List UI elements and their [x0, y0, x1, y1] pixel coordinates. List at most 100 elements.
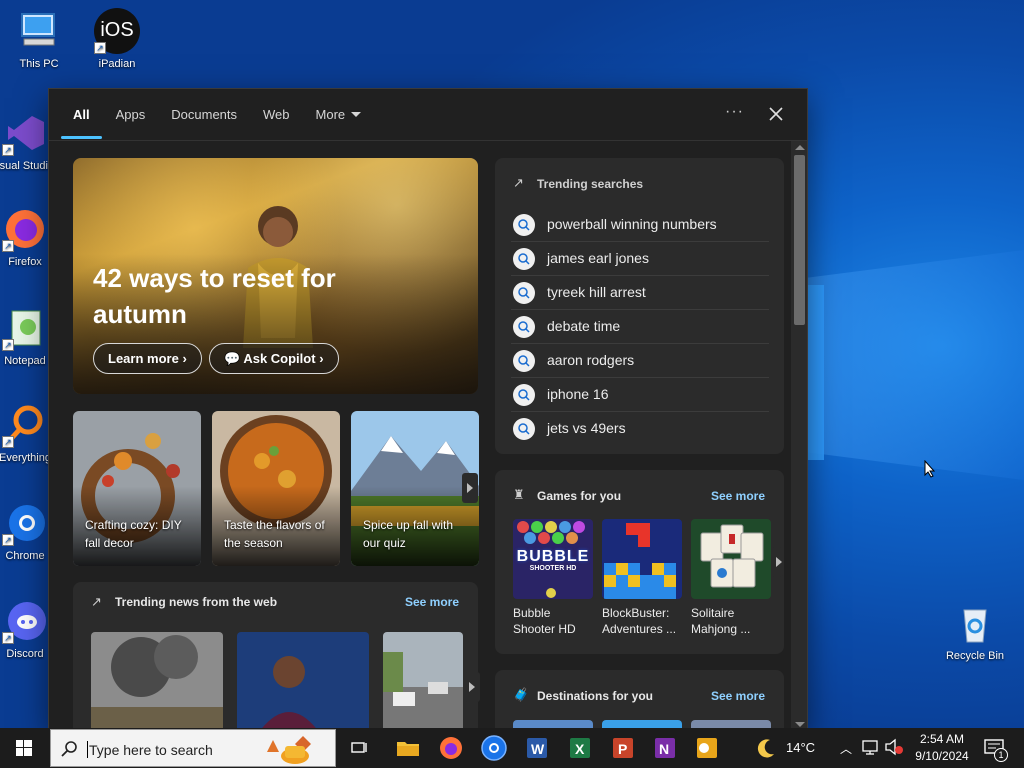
trending-arrow-icon: ↗ — [513, 175, 524, 190]
trending-searches-section: ↗ Trending searches powerball winning nu… — [495, 158, 784, 454]
svg-text:W: W — [531, 741, 545, 757]
excel-icon[interactable]: X — [566, 734, 594, 762]
tab-apps[interactable]: Apps — [116, 89, 146, 141]
trending-news-see-more-link[interactable]: See more — [405, 595, 459, 609]
hero-card[interactable]: 42 ways to reset for autumn Learn more ›… — [73, 158, 478, 394]
trending-search-item[interactable]: aaron rodgers — [511, 344, 769, 378]
wallpaper-light-beam — [808, 250, 1024, 480]
tab-web[interactable]: Web — [263, 89, 290, 141]
game-title: Bubble Shooter HD — [513, 606, 576, 636]
taskbar-search-box[interactable]: Type here to search — [50, 729, 336, 767]
bubble-logo: BUBBLE — [516, 548, 590, 565]
firefox-taskbar-icon[interactable] — [437, 734, 465, 762]
game-tile-solitaire-mahjong[interactable] — [691, 519, 771, 599]
destinations-heading: Destinations for you — [537, 689, 654, 703]
search-panel: All Apps Documents Web More ··· 42 ways … — [48, 88, 808, 730]
scroll-up-arrow-icon[interactable] — [795, 145, 805, 150]
start-button[interactable] — [0, 728, 48, 768]
learn-more-button[interactable]: Learn more › — [93, 343, 202, 374]
scroll-down-arrow-icon[interactable] — [795, 722, 805, 727]
tab-all[interactable]: All — [61, 89, 101, 141]
search-icon — [61, 741, 77, 757]
mahjong-tiles-image — [700, 524, 764, 588]
trending-arrow-icon: ↗ — [91, 594, 102, 609]
news-image-traffic — [383, 632, 463, 729]
trending-search-item[interactable]: debate time — [511, 310, 769, 344]
blockbuster-image — [604, 523, 676, 599]
weather-temperature[interactable]: 14°C — [786, 740, 815, 755]
close-button[interactable] — [765, 103, 787, 125]
trending-search-item[interactable]: jets vs 49ers — [511, 412, 769, 446]
trending-news-heading: Trending news from the web — [115, 595, 278, 609]
trending-search-item[interactable]: iphone 16 — [511, 378, 769, 412]
notification-center-icon[interactable]: 1 — [980, 734, 1008, 762]
taskbar: Type here to search W X P N 14°C ︿ 2:54 … — [0, 728, 1024, 768]
cards-next-button[interactable] — [462, 473, 478, 503]
shortcut-arrow-icon: ↗ — [2, 436, 14, 448]
scrollbar-thumb[interactable] — [794, 155, 805, 325]
desktop-icon-label: Recycle Bin — [945, 650, 1005, 662]
news-image-person — [237, 632, 369, 729]
close-icon — [769, 107, 783, 121]
games-section: ♜ Games for you See more BUBBLE SHOOTER … — [495, 470, 784, 654]
volume-muted-icon[interactable] — [883, 736, 905, 758]
powerpoint-icon[interactable]: P — [609, 734, 637, 762]
firefox-icon: ↗ — [2, 206, 48, 252]
search-icon — [513, 418, 535, 440]
desktop-icon-recycle-bin[interactable]: Recycle Bin — [940, 600, 1010, 662]
visual-studio-icon: ↗ — [2, 110, 48, 156]
news-next-button[interactable] — [464, 672, 480, 702]
notification-count-badge: 1 — [994, 748, 1008, 762]
trending-search-item[interactable]: james earl jones — [511, 242, 769, 276]
chevron-right-icon: › — [182, 351, 187, 366]
search-input[interactable]: Type here to search — [89, 742, 213, 758]
chrome-taskbar-icon[interactable] — [480, 734, 508, 762]
desktop-icon-this-pc[interactable]: This PC — [4, 8, 74, 70]
hero-title[interactable]: 42 ways to reset for autumn — [93, 260, 393, 332]
more-options-button[interactable]: ··· — [725, 103, 744, 121]
shortcut-arrow-icon: ↗ — [2, 339, 14, 351]
word-icon[interactable]: W — [523, 734, 551, 762]
onenote-icon[interactable]: N — [651, 734, 679, 762]
task-view-icon[interactable] — [346, 734, 374, 762]
game-tile-blockbuster[interactable] — [602, 519, 682, 599]
everything-search-icon: ↗ — [2, 402, 48, 448]
desktop-icon-ipadian[interactable]: iOS ↗ iPadian — [82, 8, 152, 70]
tab-documents[interactable]: Documents — [171, 89, 237, 141]
chevron-up-icon[interactable]: ︿ — [840, 740, 852, 757]
shortcut-arrow-icon: ↗ — [94, 42, 106, 54]
games-see-more-link[interactable]: See more — [711, 489, 765, 503]
autumn-leaves-highlight-icon — [267, 736, 311, 764]
chat-bubble-icon: 💬 — [224, 351, 241, 366]
news-item[interactable] — [383, 632, 463, 729]
destinations-see-more-link[interactable]: See more — [711, 689, 765, 703]
clock-time[interactable]: 2:54 AM — [914, 732, 970, 746]
trending-news-section: ↗ Trending news from the web See more — [73, 582, 480, 729]
game-title: BlockBuster: Adventures ... — [602, 606, 677, 636]
card-flavors[interactable]: Taste the flavors of the season — [212, 411, 340, 566]
game-title: Solitaire Mahjong ... — [691, 606, 751, 636]
search-icon — [513, 350, 535, 372]
suitcase-icon: 🧳 — [513, 687, 530, 702]
desktop-icon-label: This PC — [19, 58, 59, 70]
file-explorer-icon[interactable] — [394, 734, 422, 762]
trending-search-item[interactable]: tyreek hill arrest — [511, 276, 769, 310]
ask-copilot-button[interactable]: 💬 Ask Copilot › — [209, 343, 339, 374]
bubble-logo-sub: SHOOTER HD — [529, 565, 577, 572]
search-icon — [513, 282, 535, 304]
games-next-button[interactable] — [771, 547, 783, 577]
game-tile-bubble-shooter[interactable]: BUBBLE SHOOTER HD — [513, 519, 593, 599]
news-item[interactable] — [237, 632, 369, 729]
svg-text:N: N — [659, 741, 669, 757]
panel-scrollbar[interactable] — [791, 141, 807, 729]
card-fall-decor[interactable]: Crafting cozy: DIY fall decor — [73, 411, 201, 566]
tab-more[interactable]: More — [316, 89, 362, 141]
card-fall-quiz[interactable]: Spice up fall with our quiz — [351, 411, 479, 566]
outlook-icon[interactable] — [693, 734, 721, 762]
trending-search-item[interactable]: powerball winning numbers — [511, 208, 769, 242]
network-icon[interactable] — [860, 736, 882, 758]
news-item[interactable] — [91, 632, 223, 729]
chevron-right-icon: › — [319, 351, 324, 366]
moon-weather-icon — [752, 734, 780, 762]
clock-date[interactable]: 9/10/2024 — [910, 749, 974, 763]
